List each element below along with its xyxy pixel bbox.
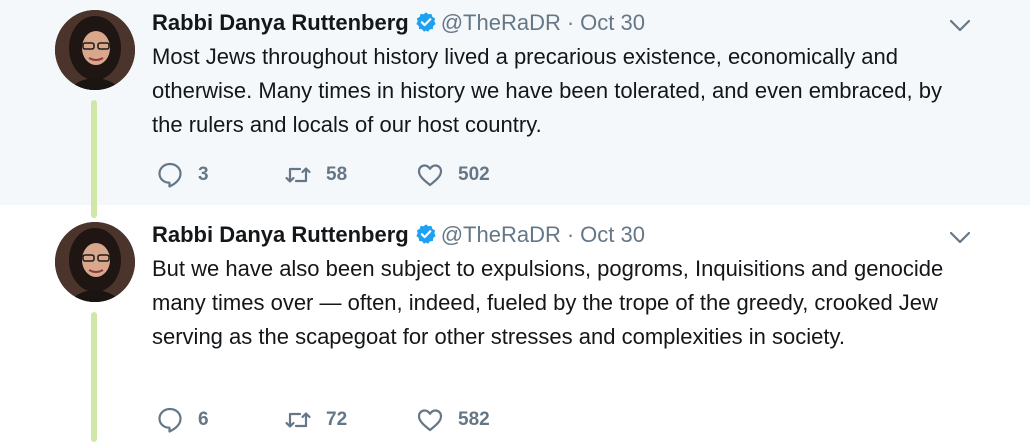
reply-icon <box>158 162 182 188</box>
tweet-date[interactable]: Oct 30 <box>580 222 645 247</box>
like-button[interactable]: 582 <box>416 405 490 435</box>
retweet-icon <box>285 167 311 183</box>
tweet-header: Rabbi Danya Ruttenberg @TheRaDR · Oct 30 <box>152 8 645 38</box>
author-handle[interactable]: @TheRaDR <box>441 10 561 35</box>
retweet-count: 58 <box>326 164 348 185</box>
retweet-count: 72 <box>326 409 348 430</box>
avatar[interactable] <box>55 10 135 90</box>
retweet-icon <box>285 412 311 428</box>
reply-icon <box>158 407 182 433</box>
separator: · <box>566 10 575 35</box>
tweet-text: But we have also been subject to expulsi… <box>152 256 944 349</box>
reply-count: 3 <box>198 164 209 185</box>
verified-badge-icon <box>415 11 437 33</box>
tweet-header: Rabbi Danya Ruttenberg @TheRaDR · Oct 30 <box>152 220 645 250</box>
tweet-text: Most Jews throughout history lived a pre… <box>152 44 942 137</box>
verified-badge-icon <box>415 223 437 245</box>
reply-count: 6 <box>198 409 209 430</box>
like-count: 502 <box>458 164 490 185</box>
thread-connector-line <box>91 100 97 218</box>
chevron-down-icon[interactable] <box>948 13 972 37</box>
like-button[interactable]: 502 <box>416 160 490 190</box>
author-name[interactable]: Rabbi Danya Ruttenberg <box>152 10 409 35</box>
tweet-date[interactable]: Oct 30 <box>580 10 645 35</box>
reply-button[interactable]: 6 <box>156 405 209 435</box>
chevron-down-icon[interactable] <box>948 225 972 249</box>
heart-icon <box>417 409 443 432</box>
retweet-button[interactable]: 72 <box>284 405 347 435</box>
separator: · <box>566 222 575 247</box>
author-handle[interactable]: @TheRaDR <box>441 222 561 247</box>
reply-button[interactable]: 3 <box>156 160 209 190</box>
like-count: 582 <box>458 409 490 430</box>
author-name[interactable]: Rabbi Danya Ruttenberg <box>152 222 409 247</box>
retweet-button[interactable]: 58 <box>284 160 347 190</box>
avatar[interactable] <box>55 222 135 302</box>
heart-icon <box>417 164 443 187</box>
thread-connector-line <box>91 312 97 442</box>
